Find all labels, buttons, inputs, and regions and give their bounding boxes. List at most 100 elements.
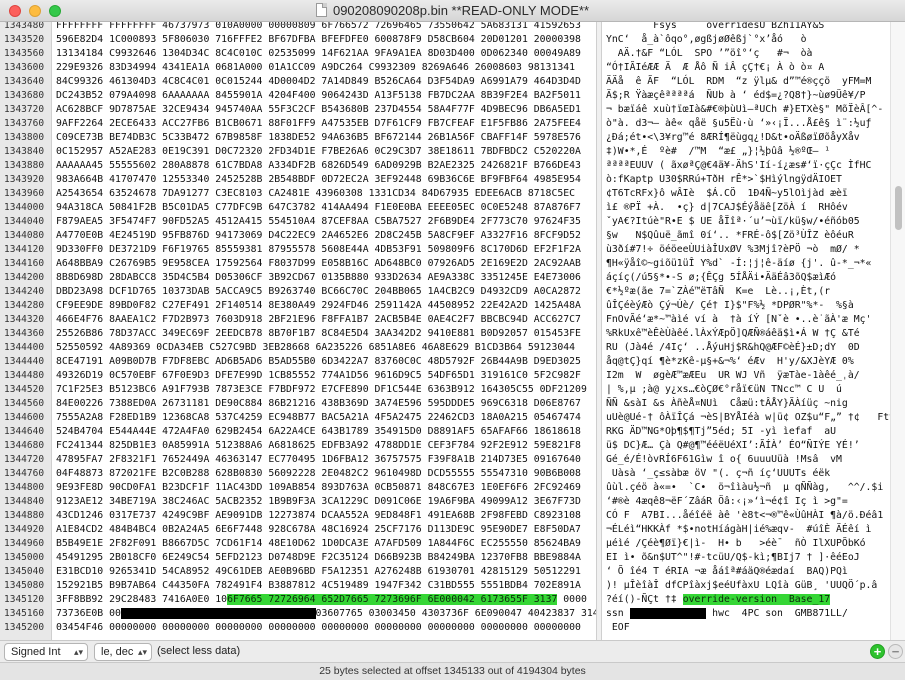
ascii-text[interactable]: ˙˙˙˙˙˙˙˙Fsys overridesU BZh11AY&S [606,22,824,31]
ascii-text[interactable]: ¢T6TcRFx}ô wÂIè $Á.CÖ 1Ð4Ñ~y5lOìjàd æèï [606,188,848,199]
hex-bytes[interactable]: CF9EE9DE 89BD0F82 C27EF491 2F140514 8E38… [56,300,581,311]
hex-bytes[interactable]: 04F48873 872021FE B2C0B288 628B0830 5609… [56,468,581,479]
hex-row[interactable]: 983A664B 41707470 12553340 2452528B 2B54… [56,173,581,187]
number-type-select[interactable]: Signed Int ▴▾ [4,643,88,661]
hex-bytes[interactable]: 8CE47191 A09B0D7B F7DF8EBC AD6B5AD6 B5AD… [56,356,581,367]
ascii-row[interactable]: FnOvÃé‘æ*~™àìé ví à †à íÝ [Nˇè •..è˙ãÀ'æ… [606,313,871,327]
ascii-text[interactable]: áçíç(/ú5§*•-S ø;{ÊÇg 5ÍÅÄi•ÄäÉâ3õQ$æìÆó [606,272,836,283]
ascii-text[interactable]: ‡)W•*,É ºè# /™M “æ£ „}¦½þûâ ½®ºŒ– ¹ [606,146,830,157]
hex-column[interactable]: FFFFFFFF FFFFFFFF 46737973 010A0000 0000… [52,22,628,640]
hex-bytes[interactable]: 983A664B 41707470 12553340 2452528B 2B54… [56,174,581,185]
hex-bytes[interactable]: 596E82D4 1C000893 5F806030 716FFFE2 BF67… [56,34,581,45]
ascii-row[interactable]: ˇyA€?Itúè"R•E $ UE åÏîª·´u’¬ùï/kü§w/•éñó… [606,215,860,229]
ascii-text[interactable]: Gé_é/É!òvRÍ6F61Gìw î o{ 6uuuUüà !Msâ vM [606,454,842,465]
ascii-text[interactable]: | %,µ ;à@ y¿xs…€òÇØ€°råï€üN TNcc™ C U ú [606,384,842,395]
hex-row[interactable]: 466E4F76 8AAEA1C2 F7D2B973 7603D918 2BF2… [56,313,581,327]
ascii-row[interactable]: AÄ.†&F “LÓL SPO ’”öî°‘ç #¬ òà [606,47,813,61]
ascii-row[interactable]: ò"à. d3¬– àê« qåë §u5Ëù·ù ‘»‹¡Ï...Å£ê§ ì… [606,117,871,131]
ascii-row[interactable]: ‡)W•*,É ºè# /™M “æ£ „}¦½þûâ ½®ºŒ– ¹ [606,145,830,159]
ascii-text[interactable]: ¬ÉLéì“HKKÀf *$•notHíágàH|ié%æqv- #úîÈ ÄÉ… [606,524,871,535]
hex-bytes[interactable]: FC241344 825DB1E3 0A85991A 512388A6 A681… [56,440,581,451]
ascii-row[interactable]: YnC‘ å_à`ôqo°,øgßjøØêßj`°x’åó ò [606,33,807,47]
ascii-row[interactable]: ÑÑ &sàI &s ÀñèÅ¤NUì Cåæü:tÂÅY}ÃÀíüç ~nig [606,397,848,411]
ascii-row[interactable]: áçíç(/ú5§*•-S ø;{ÊÇg 5ÍÅÄi•ÄäÉâ3õQ$æìÆó [606,271,836,285]
ascii-row[interactable]: ûùl.çéö à«=• `C• ö¬îìàu½¬ñ µ qÑÑàg, ^^/.… [606,481,883,495]
hex-bytes[interactable]: A4770E0B 4E24519D 95FB876D 94173069 D4C2… [56,230,581,241]
hex-row[interactable]: FC241344 825DB1E3 0A85991A 512388A6 A681… [56,439,581,453]
hex-editor-view[interactable]: 1343480 1343520 1343560 1343600 1343640 13436… [0,22,905,640]
hex-bytes[interactable]: 9D330FF0 DE3721D9 F6F19765 85559381 8795… [56,244,581,255]
hex-row[interactable]: 3FF8BB92 29C28483 7416A0E0 106F7665 7272… [56,593,587,607]
hex-bytes[interactable]: 229E9326 83D34994 4341EA1A 0681A000 01A1… [56,62,575,73]
hex-bytes[interactable]: DBD23A98 DCF1D765 10373DAB 5ACCA9C5 B926… [56,286,581,297]
hex-row[interactable]: A2543654 63524678 7DA91277 C3EC8103 CA24… [56,187,575,201]
ascii-row[interactable]: ¶H«ÿåî©~giõü1üÎ Y%d` -Í:¦j¦ê-äíø {j'. û-… [606,257,871,271]
ascii-selection[interactable]: override-version Base_17 [682,594,831,605]
ascii-row[interactable]: ¢T6TcRFx}ô wÂIè $Á.CÖ 1Ð4Ñ~y5lOìjàd æèï [606,187,848,201]
hex-bytes[interactable]: 84E00226 7388ED0A 26731181 DE90C884 86B2… [56,398,581,409]
ascii-row[interactable]: I2m W øgèÆ™æÆEu UR WJ Vñ ÿæTàe-1àêé_ˌà/ [606,369,860,383]
ascii-text[interactable]: “Ó†IÃIéÆÆ Ä Æ Åô Ñ iÂ çÇ†€¡ À ò ò¤ A [606,62,824,73]
ascii-text[interactable]: RU (Jà4é /4Iç‘ ..ÅýuHj$R&hQ@ÆF©èÉ}±D;dY … [606,342,860,353]
ascii-row[interactable]: Gé_é/É!òvRÍ6F61Gìw î o{ 6uuuUüà !Msâ vM [606,453,842,467]
hex-row[interactable]: AAAAAA45 55555602 280A8878 61C7BDA8 A334… [56,159,581,173]
ascii-text[interactable]: §w N$Qûuë_ãmî 0í‘.. *FRÉ-ô$[Zö³ÙÎZ èôéuR [606,230,854,241]
ascii-row[interactable]: ÄÄå ê ÃF “LÓL RDM “z ÿlµ& d”™é®ççö yFM=M [606,75,871,89]
hex-bytes[interactable]: 84C99326 461304D3 4C8C4C01 0C015244 4D00… [56,76,581,87]
hex-row[interactable]: 524B4704 E544A44E 472A4FA0 629B2454 6A22… [56,425,581,439]
ascii-text[interactable]: ¬ bæïáê xuù†ïœIà&#€®þùUì–ªUCh #}ETXè§" M… [606,104,883,115]
hex-bytes[interactable]: C09CE73B BE74DB3C 5C33B472 67B9858F 1838… [56,132,581,143]
hex-row[interactable]: 04F48873 872021FE B2C0B288 628B0830 5609… [56,467,581,481]
hex-bytes[interactable]: E31BCD10 9265341D 54CA8952 49C61DEB AE0B… [56,566,581,577]
hex-bytes[interactable]: 45491295 2B018CF0 6E249C54 5EFD2123 D074… [56,552,581,563]
hex-row[interactable]: CF9EE9DE 89BD0F82 C27EF491 2F140514 8E38… [56,299,581,313]
ascii-text[interactable]: åq@tÇ}qí ¶è*zKê-µ§+&¬%‘ éÆv H'y/&XJèYÆ 0… [606,356,854,367]
ascii-text[interactable]: ¶H«ÿåî©~giõü1üÎ Y%d` -Í:¦j¦ê-äíø {j'. û-… [606,258,871,269]
ascii-row[interactable]: ?éí()-ÑÇt †‡ override-version Base_17 [606,593,831,607]
ascii-text[interactable]: µéìé /Çéè¶Øï}€|ì- H• b >éè¯ ñÒ IlXUPÕbKó [606,538,866,549]
hex-bytes[interactable]: 9123AE12 34BE719A 38C246AC 5ACB2352 1B9B… [56,496,581,507]
ascii-text[interactable]: AÄ.†&F “LÓL SPO ’”öî°‘ç #¬ òà [606,48,813,59]
hex-bytes[interactable]: 0C152957 A52AE283 0E19C391 D0C72320 2FD3… [56,146,581,157]
hex-row[interactable]: 84E00226 7388ED0A 26731181 DE90C884 86B2… [56,397,581,411]
hex-row[interactable]: 8CE47191 A09B0D7B F7DF8EBC AD6B5AD6 B5AD… [56,355,581,369]
hex-row[interactable]: 9E93FE8D 90CD0FA1 B23DCF1F 11AC43DD 109A… [56,481,581,495]
hex-row[interactable]: 229E9326 83D34994 4341EA1A 0681A000 01A1… [56,61,575,75]
hex-row[interactable]: B5B49E1E 2F82F091 B8667D5C 7CD61F14 48E1… [56,537,581,551]
ascii-text[interactable]: €*½ºæ(ãe 7=`ZÀé™ëTâÑ K=e Lè..¡,Èt,(r [606,286,830,297]
hex-row[interactable]: 49326D19 0C570EBF 67F0E9D3 DFE7E99D 1CB8… [56,369,581,383]
ascii-text[interactable]: )! µÎèîàÎ dfCPîàxj$eéUfàxU LQîà GüB¸ 'UU… [606,580,877,591]
hex-row[interactable]: 13134184 C9932646 1304D34C 8C4C010C 0253… [56,47,581,61]
ascii-text[interactable]: %RkUxê™èÊèÙàêé.lÀxÝÆpÖ]QÆÑ®áêä$ì•Á W †Ç … [606,328,860,339]
ascii-text[interactable]: ¿Ðá;ét•<\3¥rg™é 8ÆRÍ¶ëùgq¿!D&t•oÄßøïØõåy… [606,132,860,143]
ascii-text[interactable]: FnOvÃé‘æ*~™àìé ví à †à íÝ [Nˇè •..è˙ãÀ'æ… [606,314,871,325]
hex-row[interactable]: 52550592 4A89369 0CDA34EB C527C9BD 3EB28… [56,341,575,355]
ascii-text[interactable]: ûùl.çéö à«=• `C• ö¬îìàu½¬ñ µ qÑÑàg, ^^/.… [606,482,883,493]
ascii-row[interactable]: CÓ F A7BI...åéîéë àê 'è8t<¬®™ê«ÙûHÀI ¶à/… [606,509,883,523]
ascii-row[interactable]: | %,µ ;à@ y¿xs…€òÇØ€°råï€üN TNcc™ C U ú [606,383,842,397]
ascii-text[interactable]: ?éí()-ÑÇt †‡ [606,594,683,605]
hex-bytes[interactable]: DC243B52 079A4098 6AAAAAAA 8455901A 4204… [56,90,581,101]
ascii-row[interactable]: ¬ÉLéì“HKKÀf *$•notHíágàH|ié%æqv- #úîÈ ÄÉ… [606,523,871,537]
hex-bytes[interactable]: 03454F46 00000000 00000000 00000000 0000… [56,622,581,633]
ascii-row[interactable]: EI ì• õ&n$UT^"!#-tcüU/Q$-kì;¶BIj7 † ]·êé… [606,551,860,565]
ascii-text[interactable]: ‘#®è 4æqê8¬ëF´ZâáR Öâ:‹¡»‘ì¬é¢î Iç ì >g"… [606,496,848,507]
ascii-text[interactable]: ªªªªEUUV ( ãxøªÇ@€4ä¥-ÄhS'Ií-í¿æs#‘ï·çÇc… [606,160,871,171]
hex-row[interactable]: F879AEA5 3F5474F7 90FD52A5 4512A415 5545… [56,215,581,229]
hex-bytes[interactable]: 9E93FE8D 90CD0FA1 B23DCF1F 11AC43DD 109A… [56,482,581,493]
hex-row[interactable]: DBD23A98 DCF1D765 10373DAB 5ACCA9C5 B926… [56,285,581,299]
hex-bytes[interactable]: 73736E0B 00 [56,608,121,619]
hex-row[interactable]: 73736E0B 00 03607765 03003450 4303736F 6… [56,607,628,621]
hex-bytes[interactable]: 3FF8BB92 29C28483 7416A0E0 10 [56,594,227,605]
hex-row[interactable]: 25526B86 78D37ACC 349EC69F 2EEDCB78 8B70… [56,327,581,341]
ascii-text[interactable]: ssn [606,608,630,619]
ascii-text[interactable]: YnC‘ å_à`ôqo°,øgßjøØêßj`°x’åó ò [606,34,807,45]
ascii-text[interactable]: ü$ DC}Æ… Çà Q#@¶™ééëUéXI’:ÃÍÀ’ ÉO“ÑIÝE Y… [606,440,860,451]
ascii-text[interactable]: ì£ ®PÏ +À. •ç} d|7CAJ$Éýåäê[ZöÀ í RHôév [606,202,848,213]
ascii-text[interactable]: uUè@Ué-† ôÀïÎÇá ¬èS|BYÅIéà w|ü¢ OZ$u“F„”… [606,412,895,423]
vertical-scrollbar[interactable] [890,22,905,640]
hex-bytes[interactable]: B5B49E1E 2F82F091 B8667D5C 7CD61F14 48E1… [56,538,581,549]
ascii-row[interactable]: uUè@Ué-† ôÀïÎÇá ¬èS|BYÅIéà w|ü¢ OZ$u“F„”… [606,411,895,425]
hex-row[interactable]: 9D330FF0 DE3721D9 F6F19765 85559381 8795… [56,243,581,257]
hex-row[interactable]: 03454F46 00000000 00000000 00000000 0000… [56,621,581,635]
